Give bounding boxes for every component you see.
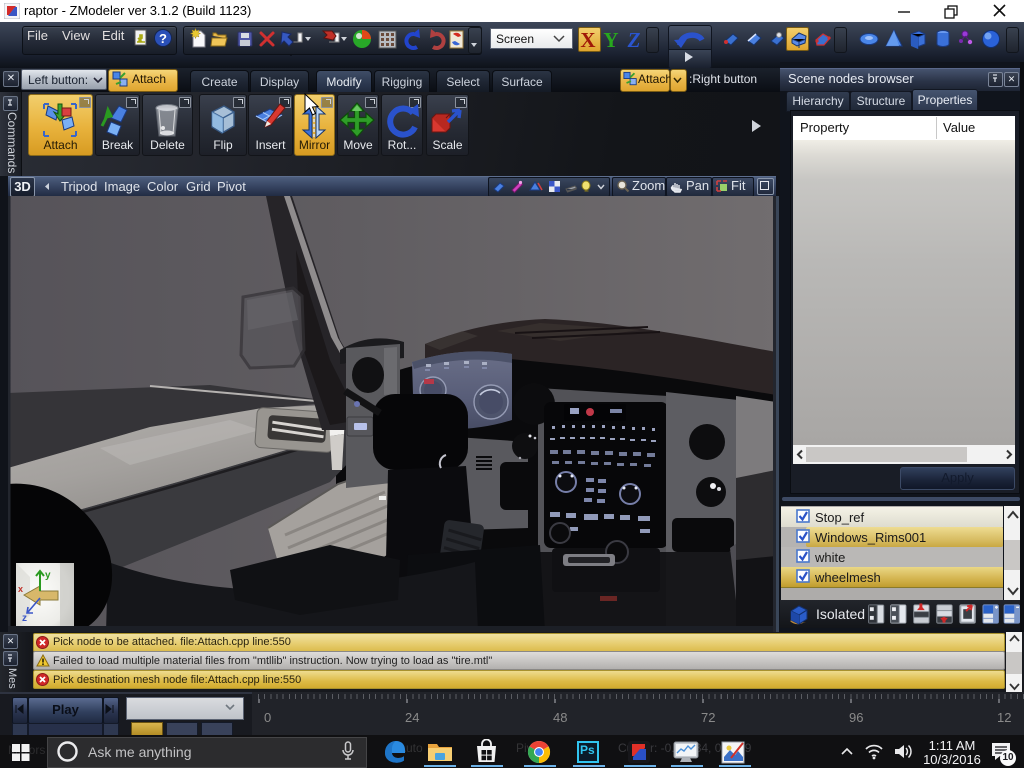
svg-text:Y: Y [603,28,618,50]
svg-text:?: ? [159,31,167,46]
svg-text:y: y [45,570,51,581]
svg-text:Z: Z [627,28,641,50]
svg-text:z: z [22,613,27,624]
svg-text:x: x [18,584,23,594]
svg-text:X: X [580,28,595,50]
